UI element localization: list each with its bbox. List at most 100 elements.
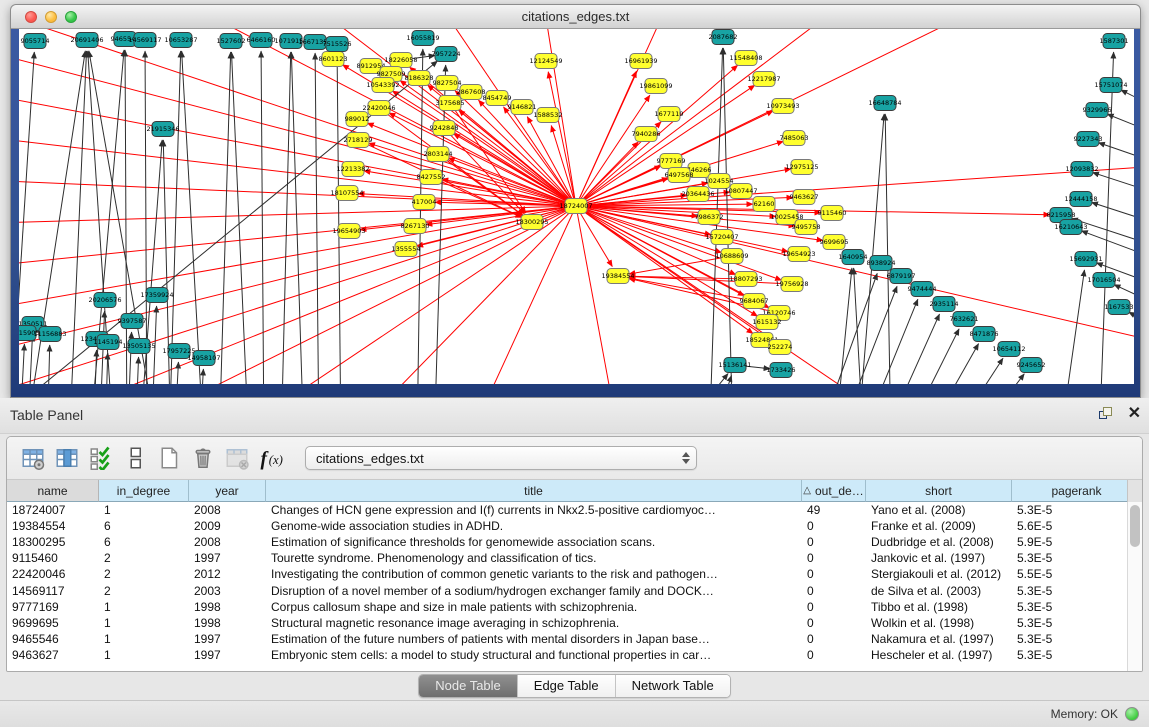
graph-edge[interactable] (1059, 270, 1084, 384)
graph-node[interactable]: 989012 (345, 112, 370, 127)
graph-edge[interactable] (19, 179, 568, 206)
graph-node[interactable]: 15692931 (1069, 252, 1102, 267)
graph-edge[interactable] (834, 268, 852, 384)
delete-table-icon[interactable] (189, 444, 217, 472)
table-row[interactable]: 911546021997Tourette syndrome. Phenomeno… (7, 550, 1142, 566)
graph-edge[interactable] (527, 117, 572, 199)
graph-node[interactable]: 1640954 (839, 250, 868, 265)
network-canvas[interactable]: 1872400786011238912954182260589827509818… (19, 29, 1134, 384)
graph-node[interactable]: 9146821 (508, 100, 537, 115)
graph-edge[interactable] (219, 52, 231, 384)
graph-edge[interactable] (281, 52, 291, 384)
column-header-name[interactable]: name (7, 480, 99, 502)
table-row[interactable]: 946362711997Embryonic stem cells: a mode… (7, 647, 1142, 663)
graph-node[interactable]: 6879197 (887, 269, 916, 284)
graph-node[interactable]: 16648784 (868, 96, 901, 111)
table-row[interactable]: 2242004622012Investigating the contribut… (7, 566, 1142, 582)
table-row[interactable]: 1456911722003Disruption of a novel membe… (7, 582, 1142, 598)
graph-edge[interactable] (667, 374, 728, 384)
graph-edge[interactable] (469, 213, 573, 384)
graph-edge[interactable] (723, 48, 733, 384)
graph-node[interactable]: 19861099 (639, 79, 672, 94)
graph-node[interactable]: 18226058 (384, 53, 417, 68)
graph-node[interactable]: 8267130 (401, 219, 430, 234)
graph-edge[interactable] (1121, 90, 1134, 124)
vertical-scrollbar[interactable] (1127, 502, 1142, 671)
graph-node[interactable]: 9055714 (21, 34, 50, 49)
graph-node[interactable]: 62160 (753, 197, 775, 212)
graph-node[interactable]: 1615132 (753, 315, 782, 330)
graph-node[interactable]: 9495758 (792, 220, 821, 235)
graph-node[interactable]: 1145194 (94, 335, 123, 350)
graph-node[interactable]: 7957224 (432, 47, 461, 62)
table-row[interactable]: 1938455462009Genome-wide association stu… (7, 518, 1142, 534)
graph-node[interactable]: 16055819 (406, 31, 439, 46)
graph-node[interactable]: 9684067 (740, 294, 769, 309)
graph-node[interactable]: 7485063 (780, 131, 809, 146)
graph-node[interactable]: 9463627 (790, 190, 819, 205)
graph-node[interactable]: 12213382 (336, 162, 369, 177)
column-header-out_de[interactable]: △out_de… (802, 480, 866, 502)
graph-edge[interactable] (1099, 52, 1114, 384)
graph-node[interactable]: 8601123 (319, 52, 348, 67)
table-row[interactable]: 977716911998Corpus callosum shape and si… (7, 599, 1142, 615)
row-height-icon[interactable] (121, 444, 149, 472)
graph-node[interactable]: 7986372 (695, 210, 724, 225)
table-row[interactable]: 1830029562008Estimation of significance … (7, 534, 1142, 550)
graph-node[interactable]: 9474444 (908, 282, 937, 297)
tab-network-table[interactable]: Network Table (616, 675, 730, 697)
graph-edge[interactable] (1129, 312, 1134, 344)
graph-node[interactable]: 9397587 (118, 314, 147, 329)
graph-node[interactable]: 7632621 (950, 312, 979, 327)
graph-edge[interactable] (1092, 172, 1134, 204)
graph-node[interactable]: 13505135 (122, 339, 155, 354)
graph-node[interactable]: 19756928 (775, 277, 808, 292)
graph-node[interactable]: 417004 (412, 195, 437, 210)
column-header-pagerank[interactable]: pagerank (1012, 480, 1142, 502)
graph-node[interactable]: 10653287 (164, 33, 197, 48)
graph-node[interactable]: 8427552 (417, 170, 446, 185)
window-titlebar[interactable]: citations_edges.txt (11, 5, 1140, 29)
graph-node[interactable]: 19384554 (601, 269, 634, 284)
graph-node[interactable]: 19654923 (782, 247, 815, 262)
column-visibility-icon[interactable] (53, 444, 81, 472)
tab-edge-table[interactable]: Edge Table (518, 675, 616, 697)
graph-node[interactable]: 2718129 (344, 133, 373, 148)
graph-edge[interactable] (47, 345, 50, 384)
graph-node[interactable]: 9699695 (820, 235, 849, 250)
graph-edge[interactable] (174, 362, 178, 384)
graph-node[interactable]: 1733426 (767, 363, 796, 378)
graph-node[interactable]: 12124549 (529, 54, 562, 69)
table-row[interactable]: 1872400712008Changes of HCN gene express… (7, 502, 1142, 518)
graph-edge[interactable] (105, 353, 108, 384)
table-settings-icon[interactable] (19, 444, 47, 472)
memory-status-indicator[interactable] (1125, 707, 1139, 721)
graph-node[interactable]: 20206576 (88, 293, 121, 308)
graph-node[interactable]: 6466160 (247, 33, 276, 48)
graph-edge[interactable] (145, 51, 147, 384)
scrollbar-thumb[interactable] (1130, 505, 1140, 547)
column-header-year[interactable]: year (189, 480, 266, 502)
graph-edge[interactable] (135, 357, 139, 384)
graph-node[interactable]: 252274 (768, 340, 793, 355)
graph-node[interactable]: 8186328 (405, 71, 434, 86)
select-columns-icon[interactable] (87, 444, 115, 472)
graph-node[interactable]: 8471876 (970, 327, 999, 342)
graph-node[interactable]: 1677119 (655, 107, 684, 122)
graph-edge[interactable] (19, 344, 24, 384)
float-panel-icon[interactable] (1098, 406, 1114, 422)
function-builder-icon[interactable]: f(x) (257, 444, 285, 472)
graph-edge[interactable] (707, 375, 732, 384)
graph-node[interactable]: 15136141 (718, 358, 751, 373)
graph-edge[interactable] (944, 358, 1003, 384)
graph-node[interactable]: 9245652 (1017, 358, 1046, 373)
new-table-icon[interactable] (155, 444, 183, 472)
column-header-in_degree[interactable]: in_degree (99, 480, 189, 502)
graph-node[interactable]: 12217987 (747, 72, 780, 87)
graph-node[interactable]: 1527602 (217, 34, 246, 49)
graph-node[interactable]: 2803144 (424, 147, 453, 162)
graph-edge[interactable] (337, 55, 341, 384)
column-header-short[interactable]: short (866, 480, 1012, 502)
graph-edge[interactable] (885, 114, 891, 384)
close-panel-icon[interactable]: ✕ (1128, 406, 1141, 422)
